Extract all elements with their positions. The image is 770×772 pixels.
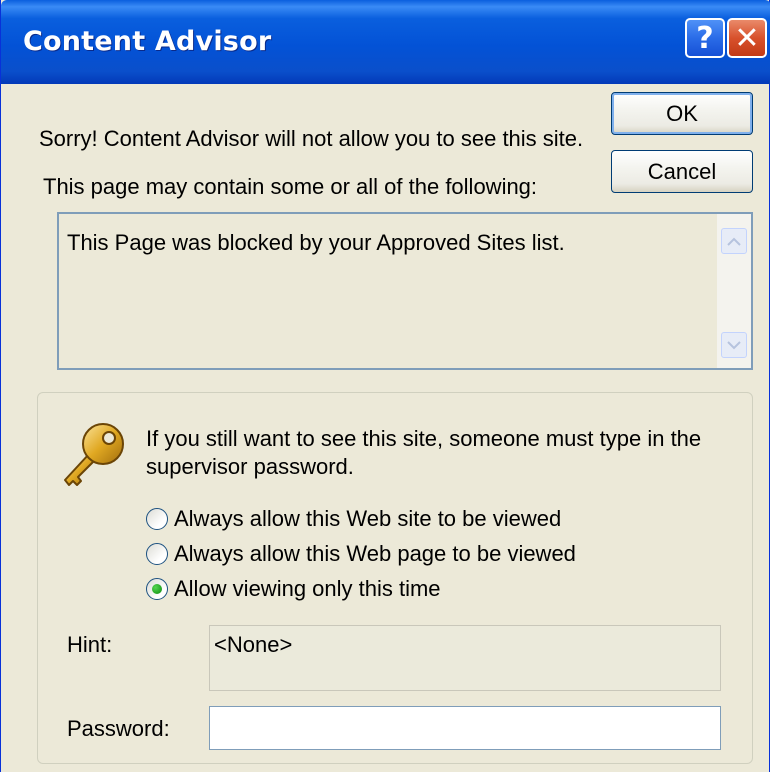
radio-allow-page[interactable]: Always allow this Web page to be viewed (146, 539, 576, 569)
radio-allow-site[interactable]: Always allow this Web site to be viewed (146, 504, 561, 534)
scroll-up-arrow-icon[interactable] (721, 228, 747, 254)
block-reasons-box[interactable]: This Page was blocked by your Approved S… (57, 212, 753, 370)
hint-label: Hint: (67, 632, 113, 657)
block-message: Sorry! Content Advisor will not allow yo… (39, 126, 584, 151)
content-advisor-dialog: Content Advisor ? ✕ Sorry! Content Advis… (0, 0, 770, 772)
scroll-down-arrow-icon[interactable] (721, 332, 747, 358)
radio-button-selected[interactable] (146, 578, 168, 600)
cancel-button[interactable]: Cancel (611, 150, 753, 193)
title-bar[interactable]: Content Advisor ? ✕ (1, 0, 770, 84)
radio-button[interactable] (146, 508, 168, 530)
hint-field: <None> (209, 625, 721, 691)
password-field[interactable] (209, 706, 721, 750)
password-label: Password: (67, 716, 170, 741)
hint-value: <None> (214, 632, 293, 657)
radio-label: Allow viewing only this time (174, 576, 441, 601)
window-title: Content Advisor (23, 26, 272, 57)
help-icon: ? (696, 20, 714, 56)
radio-label: Always allow this Web site to be viewed (174, 506, 562, 531)
key-icon (59, 418, 131, 495)
instructions-line-1: If you still want to see this site, some… (146, 426, 702, 451)
help-button[interactable]: ? (685, 18, 725, 58)
close-button[interactable]: ✕ (727, 18, 767, 58)
contents-label: This page may contain some or all of the… (43, 174, 538, 199)
block-reason-text: This Page was blocked by your Approved S… (67, 230, 565, 255)
close-icon: ✕ (734, 20, 760, 56)
instructions-line-2: supervisor password. (146, 454, 354, 479)
ok-button[interactable]: OK (611, 92, 753, 135)
radio-allow-once[interactable]: Allow viewing only this time (146, 574, 441, 604)
radio-label: Always allow this Web page to be viewed (174, 541, 576, 566)
radio-button[interactable] (146, 543, 168, 565)
vertical-scrollbar[interactable] (717, 214, 751, 368)
